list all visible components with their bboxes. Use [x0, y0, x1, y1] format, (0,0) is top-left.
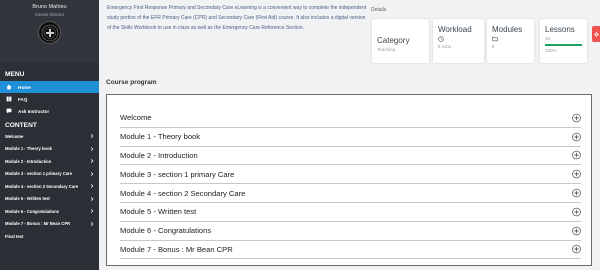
module-title: Module 3 - section 1 primary Care	[120, 169, 235, 179]
module-title: Module 2 - Introduction	[120, 150, 198, 160]
category-card: Category Teaching	[372, 19, 429, 63]
sidebar-item-module-6[interactable]: Module 6 - Congratulations	[0, 205, 99, 218]
module-row-6[interactable]: Module 6 - Congratulations	[120, 222, 581, 241]
avatar[interactable]	[38, 21, 61, 44]
chevron-right-icon	[90, 221, 94, 226]
sidebar-item-final-test[interactable]: Final test	[0, 230, 99, 243]
course-description: Emergency First Response Primary and Sec…	[107, 5, 367, 31]
sidebar: Bruno Mahieu Course Director MENU Home F…	[0, 0, 99, 270]
expand-plus-icon[interactable]	[572, 170, 581, 179]
expand-plus-icon[interactable]	[572, 151, 581, 160]
gear-icon	[593, 31, 599, 37]
modules-card: Modules 8	[487, 19, 534, 63]
workload-title: Workload	[438, 25, 472, 34]
sidebar-item-label: Module 3 - section 1 primary Care	[5, 171, 73, 177]
chevron-right-icon	[90, 209, 94, 214]
sidebar-item-module-7[interactable]: Module 7 - Bonus : Mr Bean CPR	[0, 218, 99, 231]
sidebar-item-label: Module 6 - Congratulations	[5, 208, 59, 214]
user-profile: Bruno Mahieu Course Director	[0, 0, 99, 62]
sidebar-item-label: Final test	[5, 233, 24, 239]
sidebar-item-label: Module 1 - Theory book	[5, 146, 52, 152]
course-program-label: Course program	[106, 79, 157, 86]
sidebar-item-label: Module 5 - Written test	[5, 196, 50, 202]
chevron-right-icon	[90, 146, 94, 151]
module-title: Module 6 - Congratulations	[120, 226, 212, 236]
sidebar-item-home[interactable]: Home	[0, 81, 99, 93]
category-value: Teaching	[377, 47, 396, 52]
module-title: Welcome	[120, 113, 152, 123]
chevron-right-icon	[90, 171, 94, 176]
main-content: Emergency First Response Primary and Sec…	[99, 0, 600, 270]
sidebar-item-faq[interactable]: FAQ	[0, 93, 99, 105]
expand-plus-icon[interactable]	[572, 245, 581, 254]
module-title: Module 5 - Written test	[120, 207, 197, 217]
chat-icon	[5, 107, 13, 115]
lessons-card: Lessons 18 100%	[540, 19, 587, 63]
expand-plus-icon[interactable]	[572, 226, 581, 235]
sidebar-item-label: Ask Instructor	[18, 108, 50, 114]
details-label: Details	[371, 7, 387, 13]
module-title: Module 4 - section 2 Secondary Care	[120, 188, 246, 198]
expand-plus-icon[interactable]	[572, 113, 581, 123]
sidebar-item-module-4[interactable]: Module 4 - section 2 Secondary Care	[0, 180, 99, 193]
sidebar-item-module-3[interactable]: Module 3 - section 1 primary Care	[0, 168, 99, 181]
workload-card: Workload 6 mins	[433, 19, 484, 63]
user-name: Bruno Mahieu	[32, 4, 67, 10]
course-program-list: Welcome Module 1 - Theory book Module 2 …	[106, 94, 592, 266]
expand-plus-icon[interactable]	[572, 188, 581, 198]
modules-title: Modules	[492, 25, 523, 34]
sidebar-item-label: Module 7 - Bonus : Mr Bean CPR	[5, 221, 71, 227]
chevron-right-icon	[90, 134, 94, 139]
chevron-right-icon	[90, 184, 94, 189]
sidebar-item-label: Home	[18, 84, 31, 90]
sidebar-item-ask-instructor[interactable]: Ask Instructor	[0, 105, 99, 117]
expand-plus-icon[interactable]	[572, 207, 581, 217]
module-row-5[interactable]: Module 5 - Written test	[120, 203, 581, 222]
module-row-2[interactable]: Module 2 - Introduction	[120, 147, 581, 166]
module-row-1[interactable]: Module 1 - Theory book	[120, 128, 581, 147]
workload-value: 6 mins	[438, 44, 452, 49]
sidebar-item-label: Module 2 - Introduction	[5, 158, 52, 164]
efr-logo-icon	[41, 24, 58, 41]
sidebar-item-module-1[interactable]: Module 1 - Theory book	[0, 143, 99, 156]
folder-icon	[492, 36, 498, 42]
module-row-7[interactable]: Module 7 - Bonus : Mr Bean CPR	[120, 241, 581, 260]
sidebar-item-module-5[interactable]: Module 5 - Written test	[0, 193, 99, 206]
lessons-title: Lessons	[545, 25, 575, 34]
module-title: Module 1 - Theory book	[120, 132, 201, 142]
menu-heading: MENU	[5, 71, 25, 78]
module-row-welcome[interactable]: Welcome	[120, 109, 581, 128]
category-title: Category	[377, 36, 410, 45]
home-icon	[5, 83, 13, 91]
sidebar-item-module-2[interactable]: Module 2 - Introduction	[0, 155, 99, 168]
expand-plus-icon[interactable]	[572, 132, 581, 141]
modules-value: 8	[492, 44, 495, 49]
lessons-progress-fill	[545, 44, 582, 46]
book-icon	[5, 95, 13, 103]
lessons-value: 18	[545, 36, 551, 41]
sidebar-item-label: Module 4 - section 2 Secondary Care	[5, 183, 79, 189]
module-title: Module 7 - Bonus : Mr Bean CPR	[120, 244, 233, 254]
sidebar-item-label: Welcome	[5, 133, 24, 139]
clock-icon	[438, 36, 444, 42]
settings-toggle-button[interactable]	[592, 26, 600, 42]
module-row-3[interactable]: Module 3 - section 1 primary Care	[120, 165, 581, 185]
chevron-right-icon	[90, 159, 94, 164]
user-role: Course Director	[34, 12, 65, 17]
module-row-4[interactable]: Module 4 - section 2 Secondary Care	[120, 184, 581, 203]
lessons-progress-text: 100%	[545, 48, 557, 53]
sidebar-item-label: FAQ	[18, 96, 28, 102]
sidebar-item-welcome[interactable]: Welcome	[0, 130, 99, 143]
chevron-right-icon	[90, 196, 94, 201]
lessons-progress-bar	[545, 44, 582, 46]
content-heading: CONTENT	[5, 122, 37, 129]
